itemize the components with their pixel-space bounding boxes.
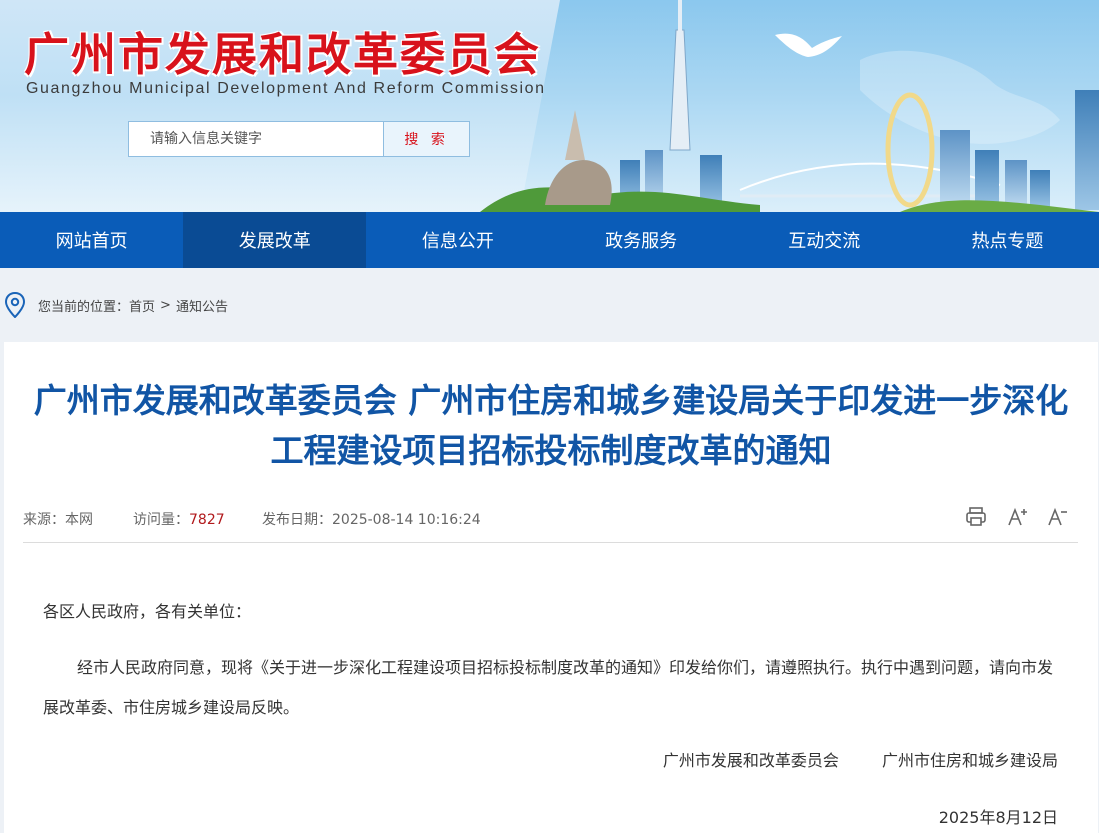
font-increase-icon[interactable]	[1006, 505, 1030, 529]
search-button[interactable]: 搜 索	[383, 122, 469, 156]
article-panel: 广州市发展和改革委员会 广州市住房和城乡建设局关于印发进一步深化工程建设项目招标…	[4, 342, 1098, 833]
meta-views-label: 访问量：	[133, 512, 189, 528]
search-box: 搜 索	[128, 121, 470, 157]
font-decrease-icon[interactable]	[1046, 505, 1070, 529]
breadcrumb-notices-link[interactable]: 通知公告	[176, 296, 228, 315]
sign-date: 2025年8月12日	[938, 808, 1058, 827]
nav-item-development-reform[interactable]: 发展改革	[183, 212, 367, 268]
meta-source-label: 来源：	[23, 512, 65, 528]
breadcrumb-home-link[interactable]: 首页	[129, 296, 155, 315]
nav-item-info-disclosure[interactable]: 信息公开	[366, 212, 549, 268]
meta-date-value: 2025-08-14 10:16:24	[332, 512, 481, 528]
nav-item-home[interactable]: 网站首页	[0, 212, 183, 268]
signature-housing-bureau: 广州市住房和城乡建设局	[881, 751, 1058, 770]
site-title: 广州市发展和改革委员会	[24, 28, 542, 81]
article-paragraph: 经市人民政府同意，现将《关于进一步深化工程建设项目招标投标制度改革的通知》印发给…	[43, 658, 1054, 717]
breadcrumb-separator: >	[160, 297, 171, 313]
site-subtitle: Guangzhou Municipal Development And Refo…	[26, 80, 546, 97]
signatures: 广州市发展和改革委员会 广州市住房和城乡建设局	[663, 747, 1058, 771]
meta-views-value: 7827	[189, 512, 225, 528]
nav-item-hot-topics[interactable]: 热点专题	[916, 212, 1099, 268]
location-pin-icon	[4, 292, 26, 318]
nav-item-interaction[interactable]: 互动交流	[733, 212, 916, 268]
article-title: 广州市发展和改革委员会 广州市住房和城乡建设局关于印发进一步深化工程建设项目招标…	[33, 381, 1069, 470]
nav-item-government-services[interactable]: 政务服务	[550, 212, 733, 268]
meta-date-label: 发布日期：	[262, 512, 332, 528]
breadcrumb: 您当前的位置： 首页 > 通知公告	[0, 268, 1099, 342]
meta-source-value: 本网	[65, 512, 93, 528]
meta-date: 发布日期：2025-08-14 10:16:24	[262, 509, 481, 529]
header-banner: 广州市发展和改革委员会 Guangzhou Municipal Developm…	[0, 0, 1099, 212]
search-input[interactable]	[129, 122, 384, 156]
breadcrumb-prefix: 您当前的位置：	[38, 299, 130, 315]
meta-source: 来源：本网	[23, 509, 93, 529]
signature-ndrc: 广州市发展和改革委员会	[662, 751, 839, 770]
meta-views: 访问量：7827	[133, 509, 225, 529]
print-icon[interactable]	[964, 505, 988, 529]
salutation: 各区人民政府，各有关单位：	[43, 602, 252, 621]
article-meta: 来源：本网 访问量：7827 发布日期：2025-08-14 10:16:24	[23, 505, 1078, 543]
main-nav: 网站首页 发展改革 信息公开 政务服务 互动交流 热点专题	[0, 212, 1099, 268]
